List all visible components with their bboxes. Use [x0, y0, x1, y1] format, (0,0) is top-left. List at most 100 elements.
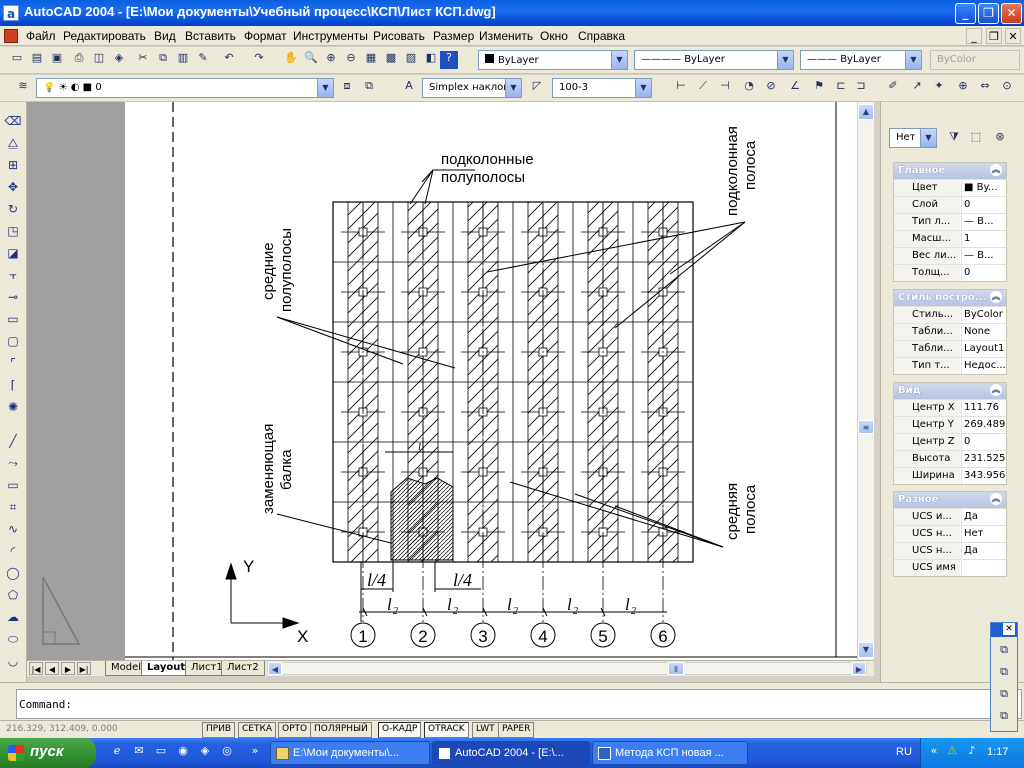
property-value[interactable]: Да [961, 509, 1008, 525]
array-icon[interactable]: ⊞ [4, 158, 22, 176]
property-value[interactable]: 0 [961, 265, 1008, 281]
paste-icon[interactable]: ▥ [174, 51, 192, 69]
fillet-icon[interactable]: ⌈ [4, 378, 22, 396]
expand-quicklaunch-icon[interactable]: » [246, 744, 264, 762]
line-icon[interactable]: ╱ [4, 434, 22, 452]
baseline-dim-icon[interactable]: ⊏ [832, 79, 850, 97]
language-indicator[interactable]: RU [896, 746, 912, 758]
scroll-down-button[interactable]: ▼ [858, 642, 874, 658]
tolerance-icon[interactable]: ✦ [930, 79, 948, 97]
revcloud-icon[interactable]: ☁ [4, 610, 22, 628]
pan-icon[interactable]: ✋ [282, 51, 300, 69]
osnap-toggle[interactable]: О-КАДР [378, 722, 422, 738]
quick-dim-icon[interactable]: ⚑ [810, 79, 828, 97]
tab-last-button[interactable]: ▶| [77, 662, 91, 675]
warning-icon[interactable]: ⚠ [943, 744, 961, 762]
property-value[interactable]: Нет [961, 526, 1008, 542]
open-icon[interactable]: ▤ [28, 51, 46, 69]
preview-icon[interactable]: ◫ [90, 51, 108, 69]
redo-icon[interactable]: ↷ [250, 51, 268, 69]
dim-edit-icon[interactable]: ✐ [884, 79, 902, 97]
trim-icon[interactable]: ⫟ [4, 268, 22, 286]
draworder-back-icon[interactable]: ⧉ [995, 665, 1013, 683]
property-section-header[interactable]: Стиль постро... ︽ [894, 290, 1006, 306]
paper-toggle[interactable]: PAPER [498, 722, 535, 738]
property-row[interactable]: UCS н... Да [894, 542, 1006, 559]
toggle-pickadd-icon[interactable]: ⧩ [945, 130, 963, 148]
make-layer-current-icon[interactable]: ⧈ [338, 79, 356, 97]
tool-palettes-icon[interactable]: ▨ [402, 51, 420, 69]
property-value[interactable]: ■ By... [961, 180, 1008, 196]
clock[interactable]: 1:17 [987, 746, 1008, 758]
dim-override-icon[interactable]: ⊙ [998, 79, 1016, 97]
doc-minimize-button[interactable]: _ [966, 28, 982, 44]
leader-icon[interactable]: ↗ [908, 79, 926, 97]
app-quicklaunch-icon[interactable]: ◈ [196, 744, 214, 762]
draworder-front-icon[interactable]: ⧉ [995, 643, 1013, 661]
extend-icon[interactable]: ⊸ [4, 290, 22, 308]
menu-insert[interactable]: Вставить [185, 29, 236, 43]
linear-dim-icon[interactable]: ⊢ [672, 79, 690, 97]
collapse-icon[interactable]: ︽ [990, 164, 1002, 176]
scale-icon[interactable]: ◳ [4, 224, 22, 242]
start-button[interactable]: пуск [0, 738, 96, 768]
explode-icon[interactable]: ✺ [4, 400, 22, 418]
property-value[interactable]: 111.76 [961, 400, 1008, 416]
linetype-combo[interactable]: ———— ByLayer ▼ [634, 50, 794, 70]
lineweight-combo[interactable]: ——— ByLayer ▼ [800, 50, 922, 70]
aligned-dim-icon[interactable]: ⟋ [694, 79, 712, 97]
lwt-toggle[interactable]: LWT [472, 722, 499, 738]
property-value[interactable]: 269.489 [961, 417, 1008, 433]
hscroll-thumb[interactable]: ⦀ [668, 662, 684, 675]
property-value[interactable]: 0 [961, 197, 1008, 213]
menu-format[interactable]: Формат [244, 29, 287, 43]
menu-draw[interactable]: Рисовать [373, 29, 425, 43]
minimize-button[interactable]: _ [955, 3, 976, 24]
menu-tools[interactable]: Инструменты [293, 29, 368, 43]
ordinate-dim-icon[interactable]: ⊣ [716, 79, 734, 97]
select-objects-icon[interactable]: ⬚ [967, 130, 985, 148]
drawing-canvas[interactable]: 1 2 3 4 5 6 подколонные полуполосы подколонна… [125, 102, 857, 660]
property-row[interactable]: Ширина 343.956 [894, 467, 1006, 484]
break-icon[interactable]: ▭ [4, 312, 22, 330]
property-value[interactable]: Layout1 [961, 341, 1008, 357]
menu-file[interactable]: Файл [26, 29, 56, 43]
match-properties-icon[interactable]: ✎ [194, 51, 212, 69]
outlook-quicklaunch-icon[interactable]: ✉ [130, 744, 148, 762]
draworder-under-icon[interactable]: ⧉ [995, 709, 1013, 727]
property-row[interactable]: Центр Y 269.489 [894, 416, 1006, 433]
scroll-left-button[interactable]: ◀ [268, 662, 282, 675]
new-icon[interactable]: ▭ [8, 51, 26, 69]
save-icon[interactable]: ▣ [48, 51, 66, 69]
chevron-down-icon[interactable]: ▼ [920, 129, 936, 147]
dim-style-icon[interactable]: ◸ [528, 79, 546, 97]
property-row[interactable]: Слой 0 [894, 196, 1006, 213]
property-value[interactable]: — B... [961, 214, 1008, 230]
property-value[interactable]: Недос... [961, 358, 1008, 374]
menu-dimension[interactable]: Размер [433, 29, 474, 43]
stretch-icon[interactable]: ◪ [4, 246, 22, 264]
layer-combo[interactable]: 💡 ☀ ◐ ■ 0 ▼ [36, 78, 334, 98]
horizontal-scrollbar[interactable]: ◀ ⦀ ▶ [267, 662, 867, 675]
property-row[interactable]: Центр X 111.76 [894, 399, 1006, 416]
property-value[interactable]: — B... [961, 248, 1008, 264]
selection-combo[interactable]: Нет ▼ [889, 128, 937, 148]
property-row[interactable]: Табли... Layout1 [894, 340, 1006, 357]
chevron-down-icon[interactable]: ▼ [317, 79, 333, 97]
rotate-icon[interactable]: ↻ [4, 202, 22, 220]
chevron-down-icon[interactable]: ▼ [635, 79, 651, 97]
property-row[interactable]: Стиль... ByColor [894, 306, 1006, 323]
chamfer-icon[interactable]: ⌜ [4, 356, 22, 374]
chevron-down-icon[interactable]: ▼ [505, 79, 521, 97]
zoom-previous-icon[interactable]: ⊖ [342, 51, 360, 69]
move-icon[interactable]: ✥ [4, 180, 22, 198]
show-desktop-icon[interactable]: ▭ [152, 744, 170, 762]
text-style-icon[interactable]: A [400, 79, 418, 97]
task-explorer[interactable]: E:\Мои документы\... [270, 741, 430, 765]
property-value[interactable]: Да [961, 543, 1008, 559]
text-style-combo[interactable]: Simplex наклон 3 ▼ [422, 78, 522, 98]
mirror-icon[interactable]: ⧋ [4, 136, 22, 154]
property-row[interactable]: Тип л... — B... [894, 213, 1006, 230]
break-at-point-icon[interactable]: ▢ [4, 334, 22, 352]
command-line[interactable]: Command: [16, 689, 1022, 719]
